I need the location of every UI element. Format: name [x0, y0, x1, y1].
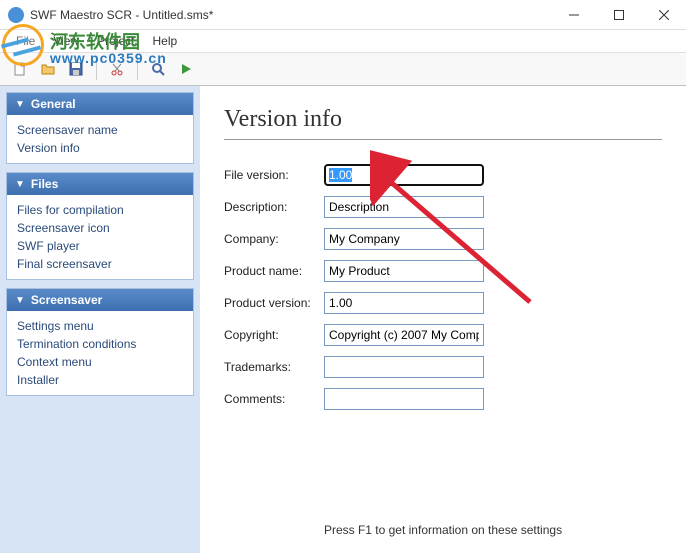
save-button[interactable]	[64, 57, 88, 81]
sidebar-item-termination[interactable]: Termination conditions	[17, 335, 183, 353]
panel-body: Settings menu Termination conditions Con…	[7, 311, 193, 395]
preview-button[interactable]	[146, 57, 170, 81]
label-file-version: File version:	[224, 168, 324, 182]
new-button[interactable]	[8, 57, 32, 81]
menu-view[interactable]: View	[45, 32, 87, 50]
panel-general: ▼ General Screensaver name Version info	[6, 92, 194, 164]
input-product-name[interactable]	[324, 260, 484, 282]
row-trademarks: Trademarks:	[224, 356, 662, 378]
run-button[interactable]	[174, 57, 198, 81]
panel-screensaver: ▼ Screensaver Settings menu Termination …	[6, 288, 194, 396]
menu-file[interactable]: File	[8, 32, 43, 50]
panel-header-general[interactable]: ▼ General	[7, 93, 193, 115]
menubar: File View Project Help	[0, 30, 686, 52]
panel-header-screensaver[interactable]: ▼ Screensaver	[7, 289, 193, 311]
status-hint: Press F1 to get information on these set…	[224, 523, 662, 545]
sidebar-item-files-compilation[interactable]: Files for compilation	[17, 201, 183, 219]
sidebar-item-version-info[interactable]: Version info	[17, 139, 183, 157]
row-file-version: File version:	[224, 164, 662, 186]
cut-button[interactable]	[105, 57, 129, 81]
maximize-button[interactable]	[596, 0, 641, 30]
label-company: Company:	[224, 232, 324, 246]
app-icon	[8, 7, 24, 23]
panel-body: Screensaver name Version info	[7, 115, 193, 163]
input-file-version[interactable]	[324, 164, 484, 186]
row-product-name: Product name:	[224, 260, 662, 282]
row-description: Description:	[224, 196, 662, 218]
label-trademarks: Trademarks:	[224, 360, 324, 374]
panel-title: Files	[31, 177, 58, 191]
content-area: ▼ General Screensaver name Version info …	[0, 86, 686, 553]
row-copyright: Copyright:	[224, 324, 662, 346]
input-product-version[interactable]	[324, 292, 484, 314]
row-comments: Comments:	[224, 388, 662, 410]
panel-title: Screensaver	[31, 293, 102, 307]
sidebar-item-final-screensaver[interactable]: Final screensaver	[17, 255, 183, 273]
input-copyright[interactable]	[324, 324, 484, 346]
sidebar-item-installer[interactable]: Installer	[17, 371, 183, 389]
titlebar: SWF Maestro SCR - Untitled.sms*	[0, 0, 686, 30]
chevron-down-icon: ▼	[15, 179, 25, 190]
sidebar-item-screensaver-icon[interactable]: Screensaver icon	[17, 219, 183, 237]
chevron-down-icon: ▼	[15, 99, 25, 110]
label-product-version: Product version:	[224, 296, 324, 310]
toolbar-separator	[137, 58, 138, 80]
chevron-down-icon: ▼	[15, 295, 25, 306]
label-description: Description:	[224, 200, 324, 214]
panel-body: Files for compilation Screensaver icon S…	[7, 195, 193, 279]
toolbar	[0, 52, 686, 86]
panel-title: General	[31, 97, 76, 111]
input-description[interactable]	[324, 196, 484, 218]
input-comments[interactable]	[324, 388, 484, 410]
minimize-button[interactable]	[551, 0, 596, 30]
sidebar-item-context-menu[interactable]: Context menu	[17, 353, 183, 371]
page-title: Version info	[224, 106, 662, 140]
menu-help[interactable]: Help	[145, 32, 186, 50]
window-title: SWF Maestro SCR - Untitled.sms*	[30, 8, 213, 22]
label-copyright: Copyright:	[224, 328, 324, 342]
main-panel: Version info File version: Description: …	[200, 86, 686, 553]
panel-files: ▼ Files Files for compilation Screensave…	[6, 172, 194, 280]
sidebar-item-settings-menu[interactable]: Settings menu	[17, 317, 183, 335]
close-button[interactable]	[641, 0, 686, 30]
panel-header-files[interactable]: ▼ Files	[7, 173, 193, 195]
label-product-name: Product name:	[224, 264, 324, 278]
open-button[interactable]	[36, 57, 60, 81]
window-controls	[551, 0, 686, 30]
menu-project[interactable]: Project	[89, 32, 142, 50]
toolbar-separator	[96, 58, 97, 80]
input-company[interactable]	[324, 228, 484, 250]
label-comments: Comments:	[224, 392, 324, 406]
input-trademarks[interactable]	[324, 356, 484, 378]
sidebar-item-swf-player[interactable]: SWF player	[17, 237, 183, 255]
sidebar: ▼ General Screensaver name Version info …	[0, 86, 200, 553]
row-company: Company:	[224, 228, 662, 250]
row-product-version: Product version:	[224, 292, 662, 314]
sidebar-item-screensaver-name[interactable]: Screensaver name	[17, 121, 183, 139]
